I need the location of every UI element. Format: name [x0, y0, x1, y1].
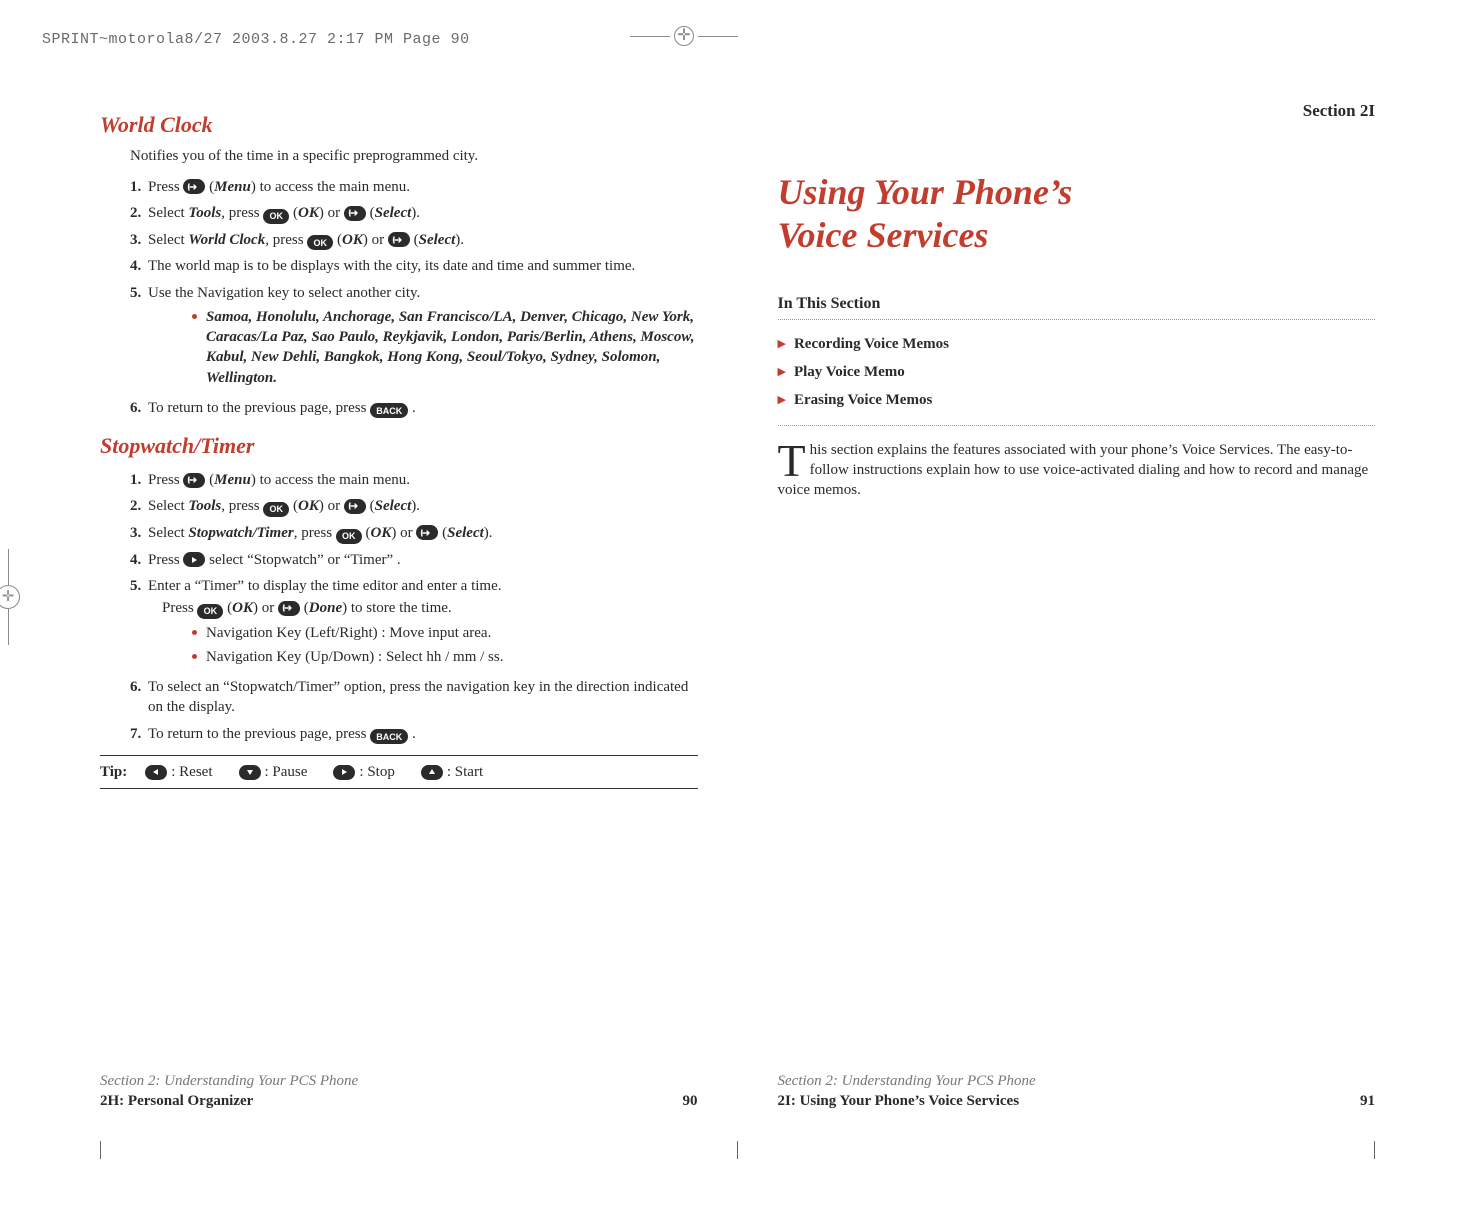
world-clock-lead: Notifies you of the time in a specific p… [130, 146, 698, 166]
tip-item: : Pause [239, 762, 308, 782]
footer-right-section: 2I: Using Your Phone’s Voice Services [778, 1091, 1020, 1111]
toc-item: ▶ Erasing Voice Memos [778, 386, 1376, 414]
step: 6.To return to the previous page, press … [130, 395, 698, 422]
nav-menu-icon [388, 232, 410, 247]
step: 4.The world map is to be displays with t… [130, 253, 698, 279]
ok-key-icon: OK [197, 604, 223, 619]
intro-paragraph: T his section explains the features asso… [778, 440, 1376, 501]
footer-left-top: Section 2: Understanding Your PCS Phone [100, 1071, 698, 1091]
bullet: Navigation Key (Left/Right) : Move input… [192, 621, 698, 645]
print-header: SPRINT~motorola8/27 2003.8.27 2:17 PM Pa… [42, 30, 470, 50]
page-right: Section 2I Using Your Phone’s Voice Serv… [778, 100, 1376, 1111]
nav-menu-icon [344, 206, 366, 221]
crop-marks [0, 1141, 1475, 1159]
nav-down-icon [239, 765, 261, 780]
step: 4.Press select “Stopwatch” or “Timer” . [130, 547, 698, 573]
tip-item: : Start [421, 762, 483, 782]
tip-item: : Stop [333, 762, 394, 782]
print-header-text: SPRINT~motorola8/27 2003.8.27 2:17 PM Pa… [42, 30, 470, 50]
tip-label: Tip: [100, 762, 127, 782]
toc-item: ▶ Play Voice Memo [778, 358, 1376, 386]
world-clock-steps: 1.Press (Menu) to access the main menu.2… [130, 174, 698, 421]
nav-up-icon [421, 765, 443, 780]
intro-text: his section explains the features associ… [778, 442, 1369, 499]
step: 7.To return to the previous page, press … [130, 721, 698, 748]
nav-right-icon [183, 552, 205, 567]
dropcap: T [778, 440, 810, 478]
step: 2.Select Tools, press OK (OK) or (Select… [130, 200, 698, 227]
registration-mark-top: ✛ [630, 26, 738, 46]
footer-right: Section 2: Understanding Your PCS Phone … [778, 1071, 1376, 1112]
back-key-icon: BACK [370, 403, 408, 418]
step: 1.Press (Menu) to access the main menu. [130, 467, 698, 493]
step: 6.To select an “Stopwatch/Timer” option,… [130, 674, 698, 721]
in-this-section-heading: In This Section [778, 293, 1376, 320]
heading-stopwatch: Stopwatch/Timer [100, 431, 698, 461]
tip-item: : Reset [145, 762, 212, 782]
tip-bar: Tip: : Reset : Pause : Stop : Start [100, 755, 698, 789]
footer-left-section: 2H: Personal Organizer [100, 1091, 253, 1111]
page-left: World Clock Notifies you of the time in … [100, 100, 698, 1111]
nav-menu-icon [278, 601, 300, 616]
triangle-icon: ▶ [778, 337, 786, 352]
ok-key-icon: OK [307, 235, 333, 250]
triangle-icon: ▶ [778, 393, 786, 408]
nav-menu-icon [183, 473, 205, 488]
step: 2.Select Tools, press OK (OK) or (Select… [130, 493, 698, 520]
footer-right-top: Section 2: Understanding Your PCS Phone [778, 1071, 1376, 1091]
bullet: Navigation Key (Up/Down) : Select hh / m… [192, 645, 698, 669]
toc-list: ▶ Recording Voice Memos ▶ Play Voice Memo ▶ E… [778, 330, 1376, 426]
step: 5.Enter a “Timer” to display the time ed… [130, 573, 698, 674]
step: 5.Use the Navigation key to select anoth… [130, 280, 698, 395]
step: 1.Press (Menu) to access the main menu. [130, 174, 698, 200]
ok-key-icon: OK [263, 502, 289, 517]
heading-world-clock: World Clock [100, 110, 698, 140]
section-label: Section 2I [778, 100, 1376, 123]
back-key-icon: BACK [370, 729, 408, 744]
nav-left-icon [145, 765, 167, 780]
nav-menu-icon [183, 179, 205, 194]
page-number-right: 91 [1360, 1091, 1375, 1111]
page-number-left: 90 [683, 1091, 698, 1111]
stopwatch-steps: 1.Press (Menu) to access the main menu.2… [130, 467, 698, 747]
footer-left: Section 2: Understanding Your PCS Phone … [100, 1071, 698, 1112]
step: 3.Select World Clock, press OK (OK) or (… [130, 227, 698, 254]
nav-menu-icon [344, 499, 366, 514]
bullet: Samoa, Honolulu, Anchorage, San Francisc… [192, 305, 698, 390]
ok-key-icon: OK [263, 209, 289, 224]
nav-right-icon [333, 765, 355, 780]
ok-key-icon: OK [336, 529, 362, 544]
step: 3.Select Stopwatch/Timer, press OK (OK) … [130, 520, 698, 547]
toc-item-label: Play Voice Memo [794, 362, 905, 382]
toc-item-label: Recording Voice Memos [794, 334, 949, 354]
triangle-icon: ▶ [778, 365, 786, 380]
toc-item: ▶ Recording Voice Memos [778, 330, 1376, 358]
registration-mark-left: ✛ [0, 585, 20, 609]
toc-item-label: Erasing Voice Memos [794, 390, 932, 410]
nav-menu-icon [416, 525, 438, 540]
page-title: Using Your Phone’s Voice Services [778, 171, 1376, 257]
